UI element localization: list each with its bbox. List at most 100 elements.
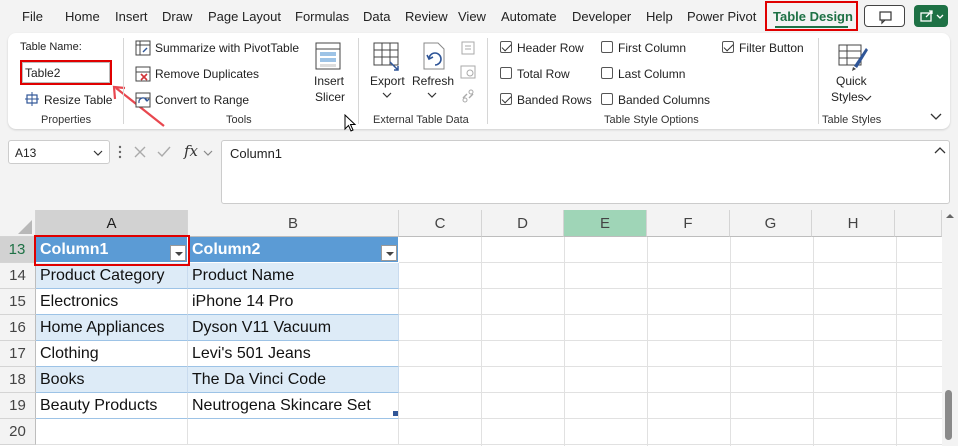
table-cell[interactable]: Neutrogena Skincare Set <box>188 393 399 419</box>
remove-duplicates-button[interactable]: Remove Duplicates <box>155 67 259 81</box>
table-cell[interactable]: The Da Vinci Code <box>188 367 399 393</box>
row-header-13[interactable]: 13 <box>0 237 36 263</box>
tab-developer[interactable]: Developer <box>572 9 631 24</box>
tab-data[interactable]: Data <box>363 9 390 24</box>
more-options-icon[interactable] <box>116 144 124 160</box>
table-resize-handle[interactable] <box>393 411 398 416</box>
first-column-checkbox[interactable] <box>601 41 613 53</box>
row-header-20[interactable]: 20 <box>0 419 36 445</box>
export-button[interactable]: Export <box>370 74 405 88</box>
enter-check-icon[interactable] <box>156 144 172 160</box>
banded-rows-checkbox[interactable] <box>500 93 512 105</box>
table-cell[interactable]: Beauty Products <box>36 393 188 419</box>
empty-cell[interactable] <box>36 419 188 445</box>
select-all-triangle-icon <box>18 220 32 234</box>
tab-automate[interactable]: Automate <box>501 9 557 24</box>
comments-button[interactable] <box>864 5 905 27</box>
column-header-c[interactable]: C <box>399 210 482 237</box>
last-column-label: Last Column <box>618 67 686 81</box>
table-cell[interactable]: Books <box>36 367 188 393</box>
empty-cell[interactable] <box>188 419 399 445</box>
column-header-g[interactable]: G <box>730 210 812 237</box>
column-header-h[interactable]: H <box>812 210 895 237</box>
row-header-18[interactable]: 18 <box>0 367 36 393</box>
banded-columns-checkbox[interactable] <box>601 93 613 105</box>
tab-help[interactable]: Help <box>646 9 673 24</box>
collapse-ribbon-icon[interactable] <box>930 112 942 122</box>
resize-table-button[interactable]: Resize Table <box>44 93 112 107</box>
first-column-label: First Column <box>618 41 687 55</box>
table-cell[interactable]: Dyson V11 Vacuum <box>188 315 399 341</box>
empty-cells[interactable] <box>399 237 942 446</box>
tab-home[interactable]: Home <box>65 9 100 24</box>
column-header-f[interactable]: F <box>647 210 730 237</box>
formula-input[interactable]: Column1 <box>221 140 950 204</box>
header-row-label: Header Row <box>517 41 584 55</box>
collapse-formula-bar-icon[interactable] <box>934 146 946 156</box>
filter-dropdown-icon[interactable] <box>381 245 397 261</box>
tab-draw[interactable]: Draw <box>162 9 192 24</box>
chevron-down-icon <box>862 95 872 101</box>
column-header-i[interactable] <box>895 210 942 237</box>
table-cell[interactable]: Clothing <box>36 341 188 367</box>
row-header-17[interactable]: 17 <box>0 341 36 367</box>
convert-to-range-icon <box>135 92 151 108</box>
cancel-icon[interactable] <box>132 144 148 160</box>
group-label-properties: Properties <box>41 114 92 126</box>
quick-styles-line1[interactable]: Quick <box>836 74 867 88</box>
row-header-19[interactable]: 19 <box>0 393 36 419</box>
table-cell[interactable]: Home Appliances <box>36 315 188 341</box>
formula-content: Column1 <box>230 146 283 161</box>
tab-power-pivot[interactable]: Power Pivot <box>687 9 756 24</box>
insert-slicer-line1[interactable]: Insert <box>314 74 344 88</box>
refresh-button[interactable]: Refresh <box>412 74 454 88</box>
column-header-b[interactable]: B <box>188 210 399 237</box>
table-cell[interactable]: Product Name <box>188 263 399 289</box>
table-header-cell[interactable]: Column2 <box>188 237 399 263</box>
separator <box>123 38 124 124</box>
tab-page-layout[interactable]: Page Layout <box>208 9 281 24</box>
tab-view[interactable]: View <box>458 9 486 24</box>
column-header-d[interactable]: D <box>482 210 564 237</box>
refresh-icon <box>423 42 445 70</box>
scroll-up-icon[interactable] <box>945 212 955 220</box>
chevron-down-icon <box>203 150 213 156</box>
summarize-pivottable-button[interactable]: Summarize with PivotTable <box>155 41 299 55</box>
share-button[interactable] <box>914 5 948 27</box>
filter-button-checkbox[interactable] <box>722 41 734 53</box>
total-row-checkbox[interactable] <box>500 67 512 79</box>
table-cell[interactable]: Levi's 501 Jeans <box>188 341 399 367</box>
convert-to-range-button[interactable]: Convert to Range <box>155 93 249 107</box>
tab-file[interactable]: File <box>22 9 43 24</box>
column-header-e[interactable]: E <box>564 210 647 237</box>
table-cell[interactable]: Product Category <box>36 263 188 289</box>
table-name-label: Table Name: <box>20 41 82 53</box>
slicer-icon <box>315 42 341 70</box>
row-header-14[interactable]: 14 <box>0 263 36 289</box>
tab-insert[interactable]: Insert <box>115 9 148 24</box>
separator <box>818 38 819 124</box>
column-header-a[interactable]: A <box>36 210 188 237</box>
quick-styles-line2[interactable]: Styles <box>831 90 864 104</box>
remove-duplicates-icon <box>135 66 151 82</box>
separator <box>358 38 359 124</box>
chevron-down-icon <box>93 150 103 156</box>
scrollbar-thumb[interactable] <box>945 390 952 440</box>
table-name-highlight <box>20 60 112 85</box>
mouse-cursor-icon <box>344 114 357 132</box>
name-box[interactable]: A13 <box>8 140 110 164</box>
unlink-icon <box>462 89 474 103</box>
table-cell[interactable]: iPhone 14 Pro <box>188 289 399 315</box>
select-all-corner[interactable] <box>0 210 36 237</box>
last-column-checkbox[interactable] <box>601 67 613 79</box>
insert-function-button[interactable]: fx <box>184 142 198 160</box>
total-row-label: Total Row <box>517 67 570 81</box>
tab-review[interactable]: Review <box>405 9 448 24</box>
table-cell[interactable]: Electronics <box>36 289 188 315</box>
header-row-checkbox[interactable] <box>500 41 512 53</box>
row-header-15[interactable]: 15 <box>0 289 36 315</box>
insert-slicer-line2[interactable]: Slicer <box>315 90 345 104</box>
row-header-16[interactable]: 16 <box>0 315 36 341</box>
banded-rows-label: Banded Rows <box>517 93 592 107</box>
tab-formulas[interactable]: Formulas <box>295 9 349 24</box>
